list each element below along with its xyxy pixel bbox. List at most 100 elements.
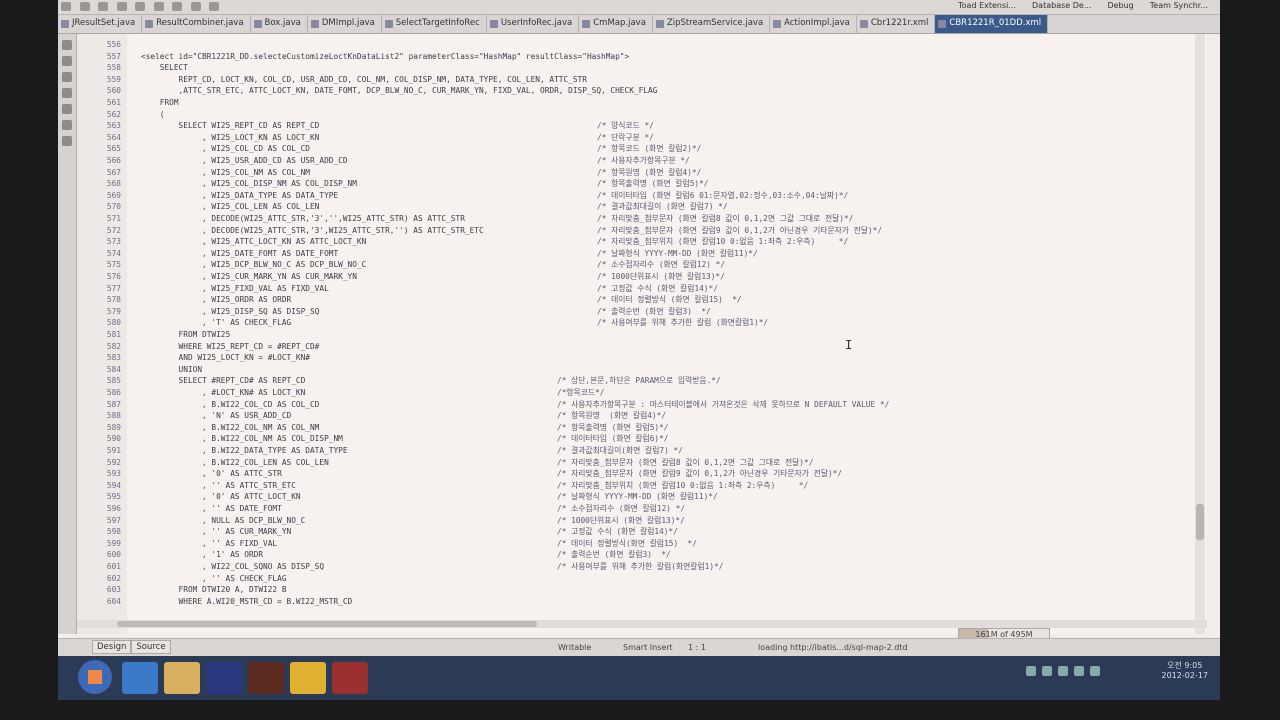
line-number: 560 (106, 86, 121, 96)
back-icon[interactable] (190, 2, 201, 11)
code-line: 566 , WI25_USR_ADD_CD AS USR_ADD_CD /* 사용… (77, 155, 1207, 167)
line-number: 596 (106, 504, 121, 513)
editor-tab[interactable]: ActionImpl.java (770, 15, 857, 33)
problems-icon[interactable] (62, 88, 72, 98)
editor-tab[interactable]: Box.java (251, 15, 308, 33)
editor-tab-label: CmMap.java (593, 18, 646, 28)
editor-tab[interactable]: SelectTargetInfoRec (382, 15, 487, 33)
code-text: , #LOCT_KN# AS LOCT_KN (141, 388, 306, 397)
perspective-debug[interactable]: Debug (1103, 0, 1137, 14)
code-text: , WI25_COL_LEN AS COL_LEN (141, 202, 320, 212)
open-type-icon[interactable] (172, 2, 183, 11)
line-number: 597 (106, 515, 121, 525)
code-comment: /* 사용여부를 위해 추가한 칼럼 (화면칼럼1)*/ (597, 318, 769, 328)
code-line: 582 WHERE WI25_REPT_CD = #REPT_CD# (77, 341, 1207, 353)
code-line: 559 REPT_CD, LOCT_KN, COL_CD, USR_ADD_CD… (77, 74, 1207, 86)
horizontal-scrollbar[interactable] (77, 620, 1207, 628)
code-comment: /* 날짜형식 YYYY-MM-DD (화면 칼럼11)*/ (557, 492, 718, 502)
code-comment: /* 사용여부를 위해 추가한 칼럼(화면칼럼1)*/ (557, 562, 724, 571)
save-icon[interactable] (79, 2, 90, 11)
line-number: 565 (106, 144, 121, 154)
tray-flag-icon[interactable] (1058, 666, 1068, 676)
code-comment: /* 데이터 정렬방식 (화면 칼럼15) */ (597, 295, 742, 305)
tray-network-icon[interactable] (1026, 666, 1036, 676)
internet-explorer-icon[interactable] (122, 662, 158, 694)
vertical-scroll-thumb[interactable] (1196, 504, 1204, 540)
code-comment: /*항목코드*/ (557, 388, 605, 397)
horizontal-scroll-thumb[interactable] (117, 621, 537, 627)
code-text: , WI25_CUR_MARK_YN AS CUR_MARK_YN (141, 272, 357, 281)
editor-tab[interactable]: UserInfoRec.java (487, 15, 580, 33)
vertical-scrollbar[interactable] (1195, 34, 1205, 634)
source-tab[interactable]: Source (131, 640, 171, 654)
code-comment: /* 양식코드 */ (597, 121, 654, 131)
run-icon[interactable] (135, 2, 146, 11)
remote-desktop-icon[interactable] (332, 662, 368, 694)
print-icon[interactable] (98, 2, 109, 11)
editor-tab[interactable]: ResultCombiner.java (142, 15, 251, 33)
search-icon[interactable] (153, 2, 164, 11)
code-text: , B.WI22_COL_NM AS COL_DISP_NM (141, 434, 343, 444)
editor-tab[interactable]: ZipStreamService.java (653, 15, 771, 33)
eclipse-icon[interactable] (206, 662, 242, 694)
code-text: , WI25_COL_CD AS COL_CD (141, 144, 310, 154)
clock[interactable]: 오전 9:05 2012-02-17 (1162, 660, 1209, 680)
line-number: 579 (106, 306, 121, 316)
file-explorer-icon[interactable] (164, 662, 200, 694)
file-icon (384, 20, 393, 28)
start-button[interactable] (78, 660, 112, 694)
warning-app-icon[interactable] (290, 662, 326, 694)
new-icon[interactable] (61, 2, 71, 11)
design-tab[interactable]: Design (92, 640, 132, 654)
hierarchy-icon[interactable] (62, 72, 72, 82)
outline-icon[interactable] (62, 56, 72, 66)
app-icon[interactable] (248, 662, 284, 694)
tray-volume-icon[interactable] (1074, 666, 1084, 676)
code-comment: /* 고정값 수식 (화면 칼럼14)*/ (597, 283, 718, 293)
file-icon (655, 20, 664, 28)
code-editor[interactable]: 556 557 <select id="CBR1221R_DD.selecteCus… (77, 34, 1207, 634)
perspective-bar: Toad Extensi... Database De... Debug Tea… (954, 0, 1212, 14)
line-number: 569 (106, 190, 121, 200)
perspective-toad[interactable]: Toad Extensi... (954, 0, 1020, 14)
code-text: SELECT WI25_REPT_CD AS REPT_CD (141, 121, 320, 131)
code-line: 569 , WI25_DATA_TYPE AS DATA_TYPE /* 데이터타… (77, 190, 1207, 202)
code-line: 563 SELECT WI25_REPT_CD AS REPT_CD /* 양식코… (77, 120, 1207, 132)
code-text: , WI25_COL_NM AS COL_NM (141, 167, 310, 177)
editor-tab-strip: JResultSet.java ResultCombiner.java Box.ja… (58, 15, 1220, 34)
editor-tab-label: SelectTargetInfoRec (395, 18, 480, 28)
line-number: 562 (106, 109, 121, 119)
line-number: 577 (106, 283, 121, 293)
line-number: 588 (106, 411, 121, 421)
editor-tab[interactable]: Cbr1221r.xml (857, 15, 936, 33)
debug-icon[interactable] (116, 2, 127, 11)
editor-tab[interactable]: CmMap.java (579, 15, 653, 33)
code-line: 601 , WI22_COL_SQNO AS DISP_SQ /* 사용여부를 위… (77, 561, 1207, 573)
code-text: , '' AS CUR_MARK_YN (141, 527, 292, 537)
line-number: 584 (106, 364, 121, 374)
console-icon[interactable] (62, 104, 72, 114)
editor-tab[interactable]: DMImpl.java (308, 15, 382, 33)
line-number: 574 (106, 248, 121, 258)
tasks-icon[interactable] (62, 136, 72, 146)
tray-ime-icon[interactable] (1042, 666, 1052, 676)
code-text: , WI25_ORDR AS ORDR (141, 295, 292, 305)
code-line: 594 , '' AS ATTC_STR_ETC /* 자리맞춤_첨부위치 (화면… (77, 480, 1207, 492)
code-comment: /* 데이터 정렬방식(화면 칼럼15) */ (557, 538, 697, 548)
editor-tab[interactable]: JResultSet.java (58, 15, 143, 33)
line-number: 559 (106, 74, 121, 84)
package-explorer-icon[interactable] (62, 40, 72, 50)
line-number: 566 (106, 156, 121, 165)
editor-tab[interactable]: CBR1221R_01DD.xml (935, 15, 1049, 33)
forward-icon[interactable] (209, 2, 220, 11)
line-number: 567 (106, 167, 121, 177)
perspective-database[interactable]: Database De... (1028, 0, 1095, 14)
tray-misc-icon[interactable] (1090, 666, 1100, 676)
code-line: 593 , '0' AS ATTC_STR /* 자리맞춤_첨부문자 (화면 칼럼… (77, 468, 1207, 480)
file-icon (145, 20, 154, 28)
code-line: 587 , B.WI22_COL_CD AS COL_CD /* 사용자추가항목구… (77, 399, 1207, 411)
perspective-team[interactable]: Team Synchr... (1146, 0, 1212, 14)
code-text: , WI25_FIXD_VAL AS FIXD_VAL (141, 283, 329, 293)
line-number: 571 (106, 214, 121, 223)
servers-icon[interactable] (62, 120, 72, 130)
